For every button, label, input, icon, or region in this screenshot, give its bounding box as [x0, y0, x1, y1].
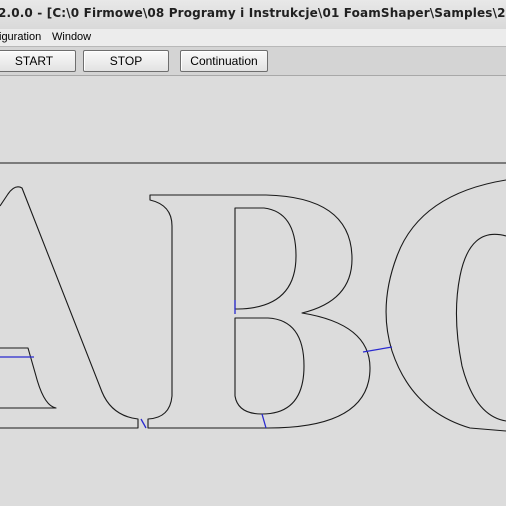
lead-in-b-base	[140, 418, 147, 429]
menu-configuration[interactable]: iguration	[0, 31, 41, 43]
lead-in-c	[362, 346, 393, 353]
letter-a-outline	[0, 186, 139, 429]
start-button[interactable]: START	[0, 50, 76, 72]
title-bar[interactable]: 2.0.0 - [C:\0 Firmowe\08 Programy i Inst…	[0, 0, 506, 30]
stop-button[interactable]: STOP	[83, 50, 169, 72]
cut-preview-canvas[interactable]	[0, 76, 506, 506]
continuation-button[interactable]: Continuation	[180, 50, 268, 72]
letter-b-lower-counter	[234, 317, 305, 415]
window-title: 2.0.0 - [C:\0 Firmowe\08 Programy i Inst…	[0, 6, 506, 20]
menu-window[interactable]: Window	[52, 31, 91, 43]
letter-c-inner	[455, 233, 506, 422]
letter-b-upper-counter	[234, 207, 297, 310]
letters-drawing	[0, 162, 506, 432]
letter-c-outline	[385, 179, 506, 432]
menu-bar: iguration Window	[0, 29, 506, 47]
toolbar: START STOP Continuation	[0, 47, 506, 76]
lead-in-b-lower	[261, 413, 267, 429]
letter-b-outline	[147, 194, 371, 429]
